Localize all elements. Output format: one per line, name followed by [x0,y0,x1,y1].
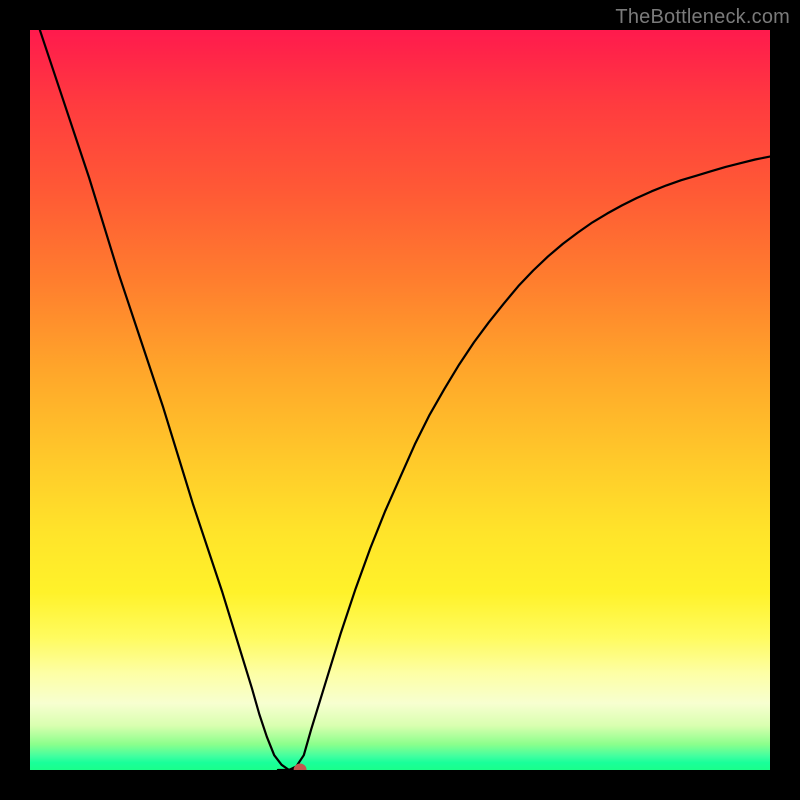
chart-frame: TheBottleneck.com [0,0,800,800]
plot-area [30,30,770,770]
optimum-marker [294,764,307,771]
watermark-text: TheBottleneck.com [615,6,790,29]
chart-svg [30,30,770,770]
bottleneck-curve [30,30,770,770]
